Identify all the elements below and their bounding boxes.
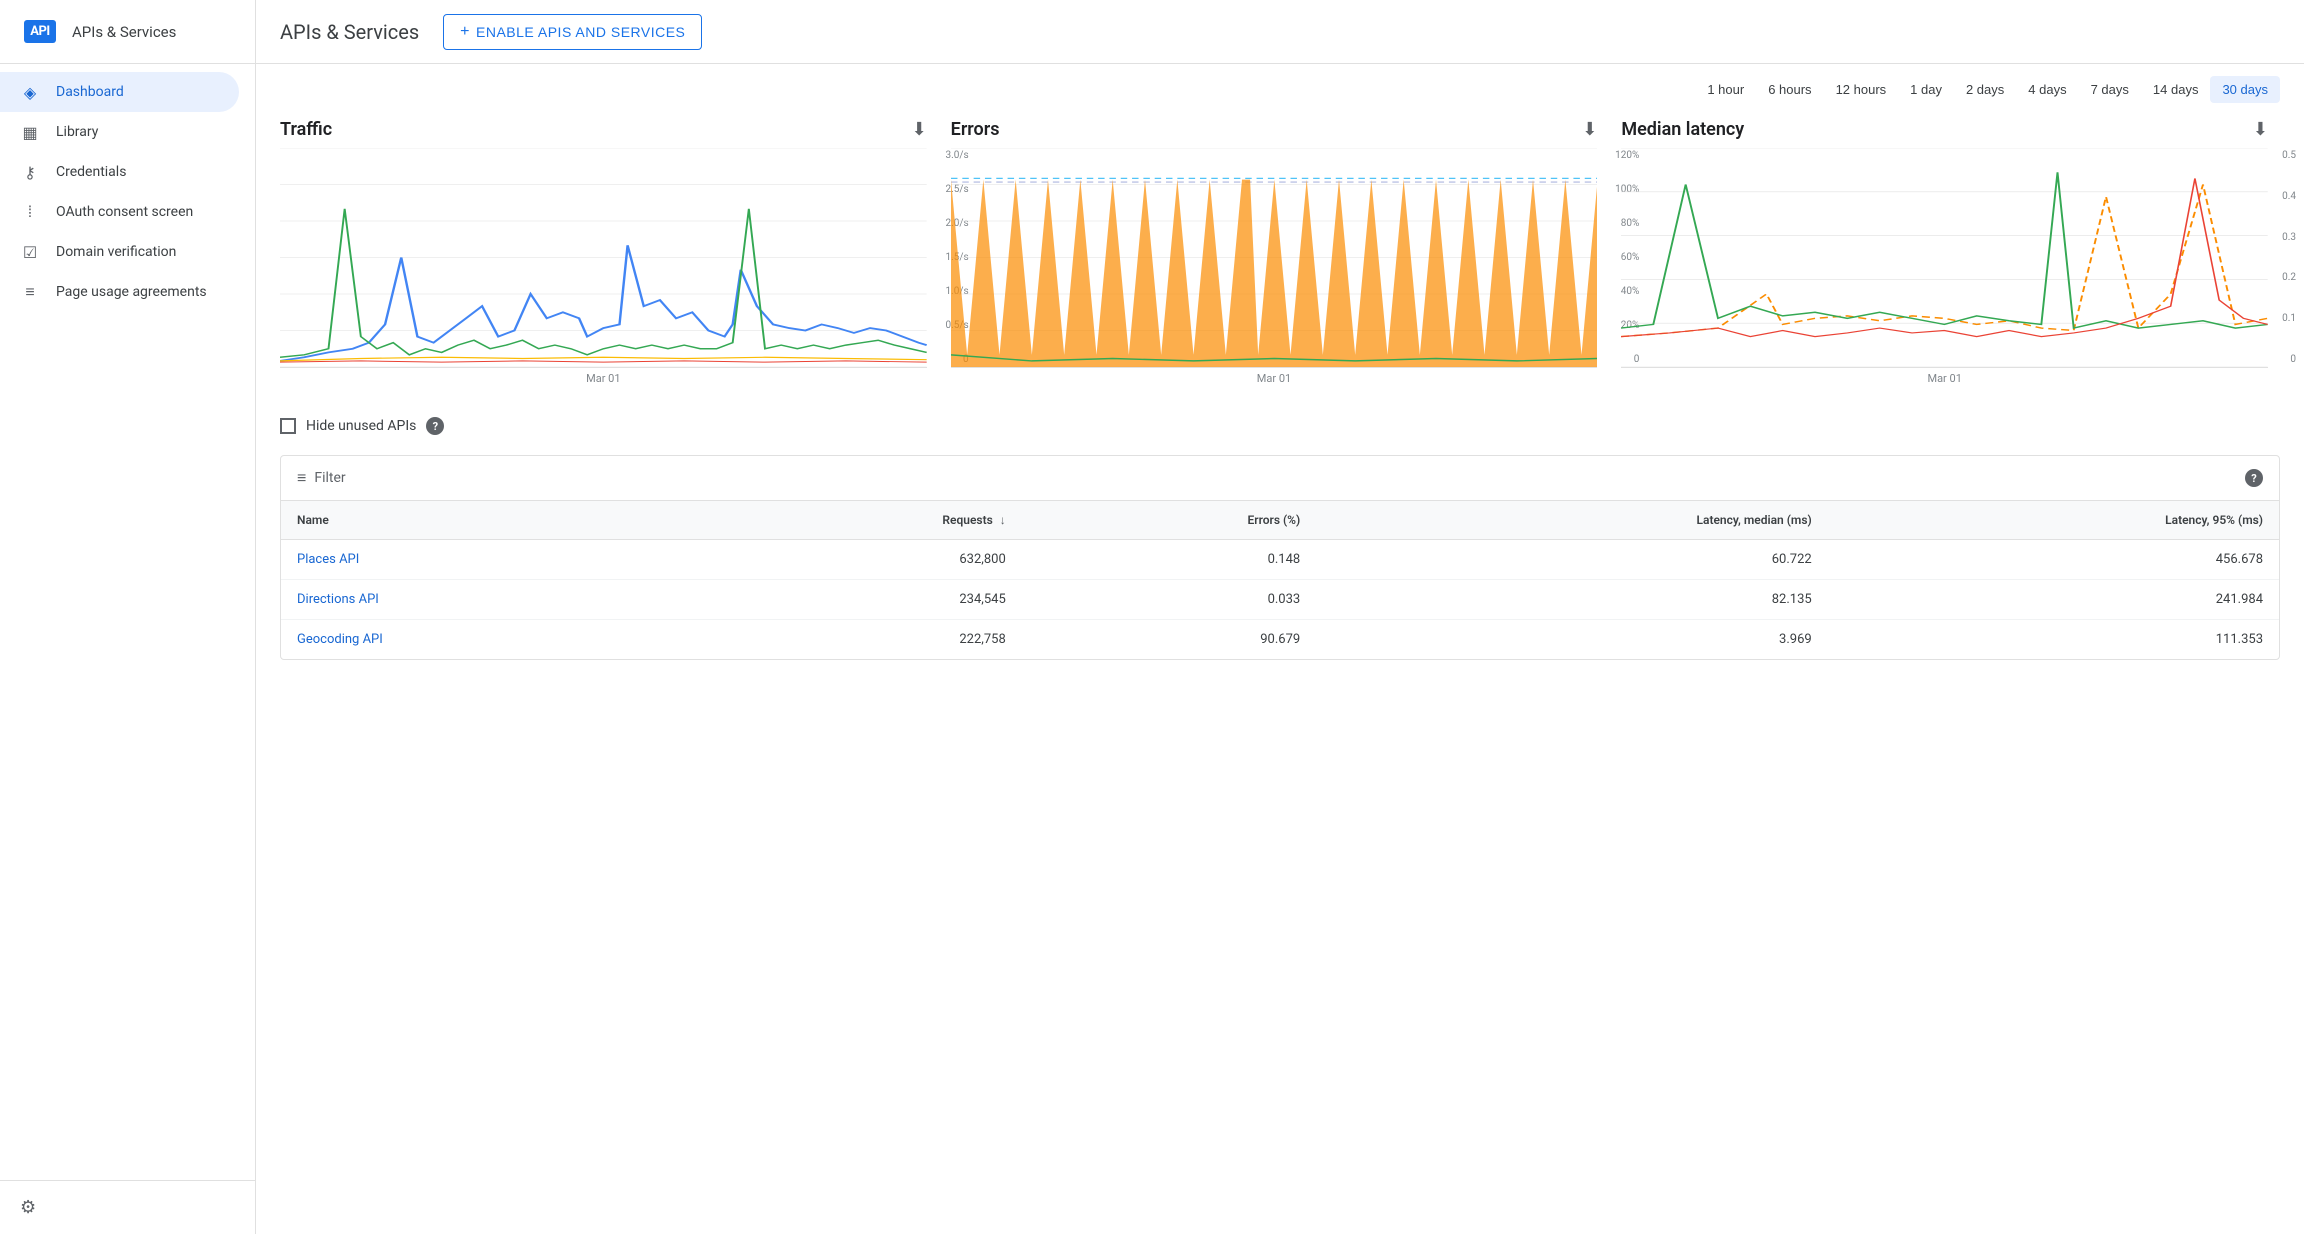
- filter-row[interactable]: ≡ Filter: [297, 468, 346, 488]
- table-header: Name Requests ↓ Errors (%) Latency, medi…: [281, 501, 2279, 540]
- latency-chart-title: Median latency: [1621, 119, 1744, 140]
- cell-latency-95: 111.353: [1828, 620, 2279, 660]
- library-icon: ▦: [20, 122, 40, 142]
- sidebar-label-domain: Domain verification: [56, 244, 176, 260]
- latency-chart: 0.50.40.30.20.10: [1621, 148, 2268, 368]
- hide-unused-row: Hide unused APIs ?: [280, 417, 2280, 435]
- cell-requests: 222,758: [690, 620, 1021, 660]
- api-logo-box: API: [24, 20, 55, 43]
- cell-latency-median: 3.969: [1316, 620, 1827, 660]
- cell-latency-95: 456.678: [1828, 540, 2279, 580]
- main-header: APIs & Services + ENABLE APIS AND SERVIC…: [256, 0, 2304, 64]
- hide-unused-checkbox[interactable]: [280, 418, 296, 434]
- table-row: Geocoding API 222,758 90.679 3.969 111.3…: [281, 620, 2279, 660]
- filter-label: Filter: [314, 470, 345, 486]
- cell-name[interactable]: Places API: [281, 540, 690, 580]
- latency-chart-container: Median latency ⬇: [1609, 119, 2280, 385]
- sidebar-label-library: Library: [56, 124, 98, 140]
- sidebar-item-dashboard[interactable]: ◈ Dashboard: [0, 72, 239, 112]
- table-row: Places API 632,800 0.148 60.722 456.678: [281, 540, 2279, 580]
- traffic-chart-title: Traffic: [280, 119, 332, 140]
- col-latency-median: Latency, median (ms): [1316, 501, 1827, 540]
- traffic-chart-date: Mar 01: [280, 372, 927, 385]
- time-btn-1-day[interactable]: 1 day: [1898, 76, 1954, 103]
- latency-chart-date: Mar 01: [1621, 372, 2268, 385]
- time-btn-7-days[interactable]: 7 days: [2079, 76, 2141, 103]
- main-page-title: APIs & Services: [280, 20, 419, 44]
- cell-errors: 0.148: [1022, 540, 1316, 580]
- errors-download-icon[interactable]: ⬇: [1582, 119, 1597, 140]
- cell-name[interactable]: Directions API: [281, 580, 690, 620]
- plus-icon: +: [460, 23, 470, 41]
- api-table: Name Requests ↓ Errors (%) Latency, medi…: [281, 501, 2279, 659]
- sidebar-label-dashboard: Dashboard: [56, 84, 124, 100]
- cell-errors: 0.033: [1022, 580, 1316, 620]
- sidebar-nav: ◈ Dashboard ▦ Library ⚷ Credentials ⁞ OA…: [0, 64, 255, 1180]
- enable-apis-label: ENABLE APIS AND SERVICES: [476, 24, 685, 40]
- credentials-icon: ⚷: [20, 162, 40, 182]
- api-table-container: ≡ Filter ? Name Requests ↓ Errors (%) La…: [280, 455, 2280, 660]
- col-latency-95: Latency, 95% (ms): [1828, 501, 2279, 540]
- sidebar-item-library[interactable]: ▦ Library: [0, 112, 239, 152]
- filter-icon: ≡: [297, 468, 306, 488]
- hide-unused-help-icon[interactable]: ?: [426, 417, 444, 435]
- time-btn-4-days[interactable]: 4 days: [2016, 76, 2078, 103]
- table-toolbar: ≡ Filter ?: [281, 456, 2279, 501]
- cell-latency-95: 241.984: [1828, 580, 2279, 620]
- col-requests: Requests ↓: [690, 501, 1021, 540]
- cell-latency-median: 82.135: [1316, 580, 1827, 620]
- traffic-chart-container: Traffic ⬇: [280, 119, 939, 385]
- bottom-section: Hide unused APIs ? ≡ Filter ? Name Reque…: [256, 401, 2304, 676]
- cell-requests: 632,800: [690, 540, 1021, 580]
- time-range-bar: 1 hour6 hours12 hours1 day2 days4 days7 …: [256, 64, 2304, 103]
- cell-latency-median: 60.722: [1316, 540, 1827, 580]
- settings-icon: ⚙: [20, 1197, 36, 1218]
- errors-chart-title: Errors: [951, 119, 1000, 140]
- sidebar-footer[interactable]: ⚙: [0, 1180, 255, 1234]
- time-btn-2-days[interactable]: 2 days: [1954, 76, 2016, 103]
- sidebar-item-oauth[interactable]: ⁞ OAuth consent screen: [0, 192, 239, 232]
- sidebar-label-credentials: Credentials: [56, 164, 126, 180]
- sidebar-label-page-usage: Page usage agreements: [56, 284, 207, 300]
- sidebar-title: APIs & Services: [72, 23, 176, 41]
- sidebar-item-domain[interactable]: ☑ Domain verification: [0, 232, 239, 272]
- col-errors: Errors (%): [1022, 501, 1316, 540]
- time-btn-14-days[interactable]: 14 days: [2141, 76, 2211, 103]
- sidebar-header: API APIs & Services: [0, 0, 255, 64]
- sidebar-label-oauth: OAuth consent screen: [56, 204, 193, 220]
- errors-chart-date: Mar 01: [951, 372, 1598, 385]
- table-row: Directions API 234,545 0.033 82.135 241.…: [281, 580, 2279, 620]
- col-name: Name: [281, 501, 690, 540]
- page-usage-icon: ≡: [20, 282, 40, 302]
- charts-section: Traffic ⬇: [256, 103, 2304, 401]
- traffic-download-icon[interactable]: ⬇: [912, 119, 927, 140]
- time-btn-6-hours[interactable]: 6 hours: [1756, 76, 1823, 103]
- cell-errors: 90.679: [1022, 620, 1316, 660]
- latency-download-icon[interactable]: ⬇: [2253, 119, 2268, 140]
- table-body: Places API 632,800 0.148 60.722 456.678 …: [281, 540, 2279, 660]
- table-help-icon[interactable]: ?: [2245, 469, 2263, 487]
- sidebar-item-credentials[interactable]: ⚷ Credentials: [0, 152, 239, 192]
- cell-name[interactable]: Geocoding API: [281, 620, 690, 660]
- app-logo: API: [20, 12, 60, 52]
- enable-apis-button[interactable]: + ENABLE APIS AND SERVICES: [443, 14, 702, 50]
- cell-requests: 234,545: [690, 580, 1021, 620]
- oauth-icon: ⁞: [20, 202, 40, 222]
- errors-chart-container: Errors ⬇: [939, 119, 1610, 385]
- time-btn-1-hour[interactable]: 1 hour: [1695, 76, 1756, 103]
- sidebar-item-page-usage[interactable]: ≡ Page usage agreements: [0, 272, 239, 312]
- time-btn-12-hours[interactable]: 12 hours: [1824, 76, 1899, 103]
- sidebar: API APIs & Services ◈ Dashboard ▦ Librar…: [0, 0, 256, 1234]
- dashboard-icon: ◈: [20, 82, 40, 102]
- errors-chart: 120%100%80%60%40%20%0: [951, 148, 1598, 368]
- time-btn-30-days[interactable]: 30 days: [2210, 76, 2280, 103]
- hide-unused-label: Hide unused APIs: [306, 418, 416, 434]
- main-content: APIs & Services + ENABLE APIS AND SERVIC…: [256, 0, 2304, 1234]
- domain-icon: ☑: [20, 242, 40, 262]
- traffic-chart: 3.0/s2.5/s2.0/s1.5/s1.0/s0.5/s0: [280, 148, 927, 368]
